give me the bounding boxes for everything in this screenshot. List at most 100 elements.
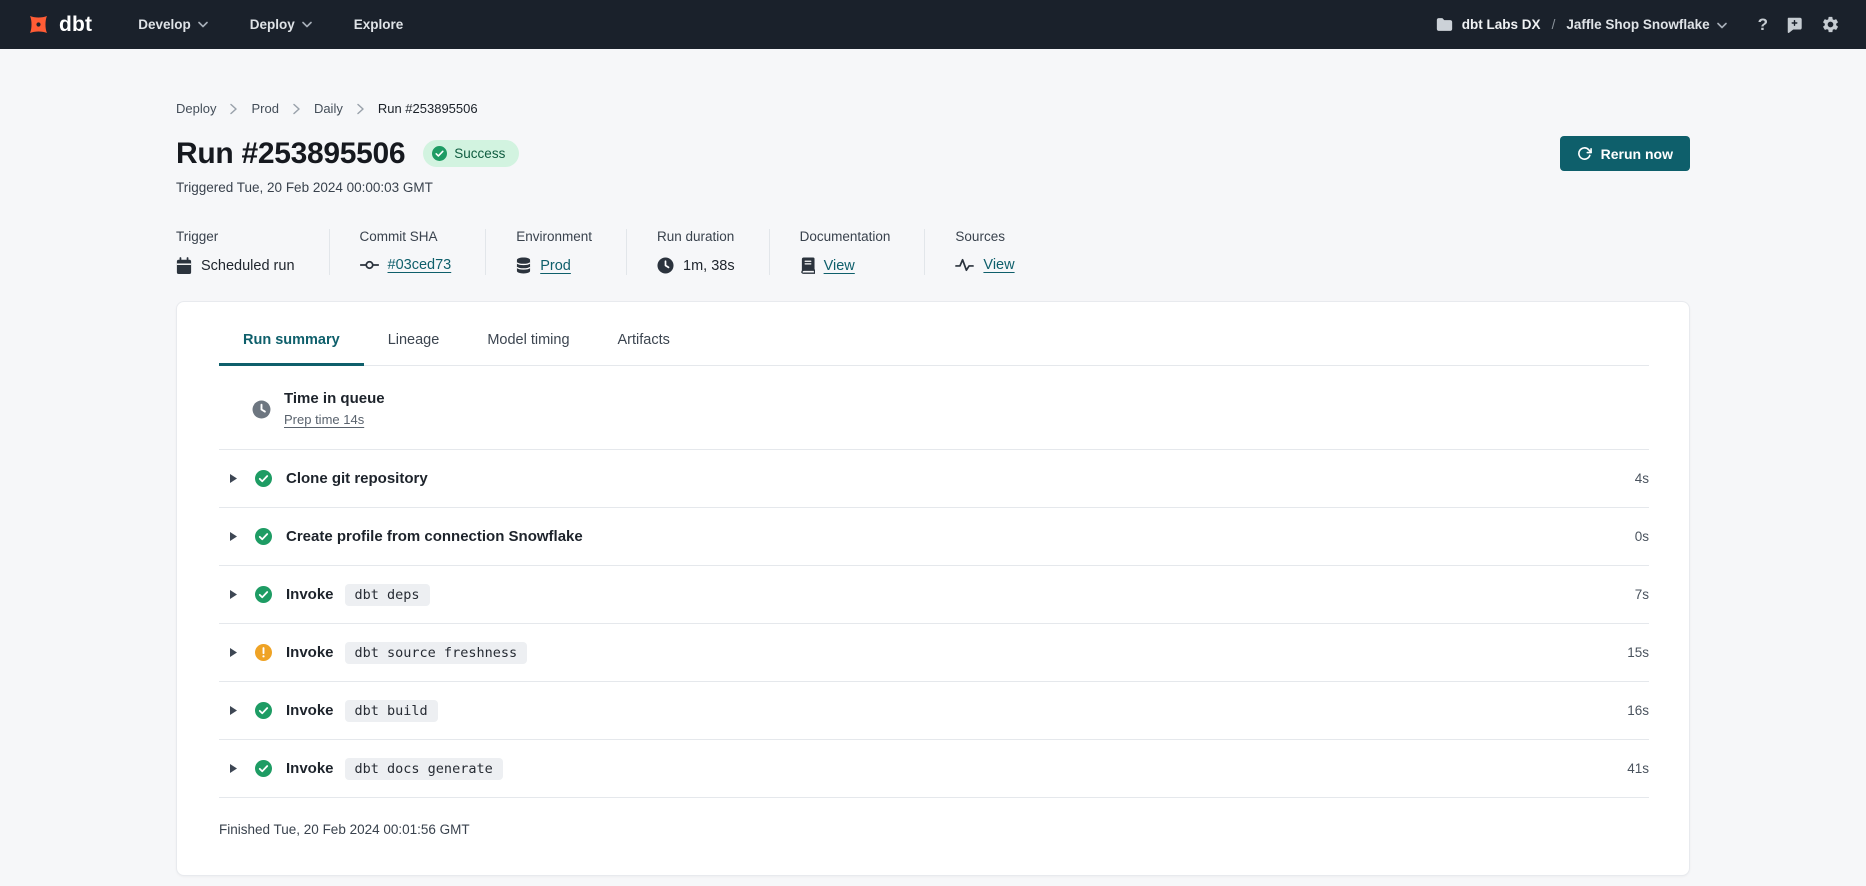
- page-title: Run #253895506: [176, 137, 405, 171]
- meta-sources-label: Sources: [955, 229, 1014, 244]
- chevron-down-icon: [1717, 17, 1727, 32]
- step-duration: 0s: [1635, 529, 1649, 544]
- environment-link[interactable]: Prod: [540, 258, 571, 274]
- database-icon: [516, 257, 531, 274]
- tab-run-summary[interactable]: Run summary: [219, 332, 364, 366]
- breadcrumb: Deploy Prod Daily Run #253895506: [176, 101, 1690, 116]
- rerun-now-button[interactable]: Rerun now: [1560, 136, 1690, 171]
- project-name: Jaffle Shop Snowflake: [1566, 17, 1726, 32]
- step-row-dbt-source-freshness: Invoke dbt source freshness 15s: [219, 624, 1649, 682]
- meta-documentation: Documentation View: [769, 229, 925, 275]
- command-chip: dbt build: [345, 700, 438, 722]
- meta-sources: Sources View: [924, 229, 1048, 275]
- meta-duration-value: 1m, 38s: [683, 258, 735, 274]
- nav-explore-label: Explore: [354, 17, 404, 32]
- header-icon-cluster: ?: [1758, 15, 1840, 34]
- step-row-clone-git: Clone git repository 4s: [219, 450, 1649, 508]
- tab-model-timing[interactable]: Model timing: [463, 332, 593, 366]
- commit-sha-link[interactable]: #03ced73: [388, 257, 452, 273]
- step-duration: 41s: [1627, 761, 1649, 776]
- meta-commit-label: Commit SHA: [360, 229, 452, 244]
- step-name: Clone git repository: [286, 470, 428, 487]
- header-right: dbt Labs DX / Jaffle Shop Snowflake ?: [1436, 15, 1840, 34]
- step-duration: 4s: [1635, 471, 1649, 486]
- nav-deploy[interactable]: Deploy: [250, 17, 312, 32]
- step-row-dbt-docs-generate: Invoke dbt docs generate 41s: [219, 740, 1649, 798]
- rerun-now-label: Rerun now: [1601, 146, 1673, 162]
- expand-caret-icon[interactable]: [229, 705, 238, 716]
- top-nav-bar: dbt Develop Deploy Explore dbt Labs DX /…: [0, 0, 1866, 49]
- step-name: Invoke: [286, 586, 334, 603]
- meta-environment-label: Environment: [516, 229, 592, 244]
- dbt-logo[interactable]: dbt: [26, 12, 92, 37]
- breadcrumb-prod[interactable]: Prod: [251, 101, 278, 116]
- step-row-dbt-deps: Invoke dbt deps 7s: [219, 566, 1649, 624]
- meta-environment: Environment Prod: [485, 229, 626, 275]
- nav-develop-label: Develop: [138, 17, 191, 32]
- triggered-timestamp: Triggered Tue, 20 Feb 2024 00:00:03 GMT: [176, 180, 1690, 195]
- meta-commit-sha: Commit SHA #03ced73: [329, 229, 486, 275]
- clock-icon: [657, 257, 674, 274]
- expand-caret-icon[interactable]: [229, 763, 238, 774]
- account-separator: /: [1552, 17, 1556, 32]
- step-row-create-profile: Create profile from connection Snowflake…: [219, 508, 1649, 566]
- meta-run-duration: Run duration 1m, 38s: [626, 229, 769, 275]
- expand-caret-icon[interactable]: [229, 531, 238, 542]
- title-row: Run #253895506 Success Rerun now: [176, 136, 1690, 171]
- success-check-icon: [255, 760, 272, 777]
- meta-trigger: Trigger Scheduled run: [176, 229, 329, 275]
- chevron-right-icon: [356, 103, 365, 115]
- time-in-queue-row: Time in queue Prep time 14s: [219, 366, 1649, 450]
- breadcrumb-deploy[interactable]: Deploy: [176, 101, 216, 116]
- prep-time-link[interactable]: Prep time 14s: [284, 412, 364, 427]
- run-summary-card: Run summary Lineage Model timing Artifac…: [176, 301, 1690, 876]
- expand-caret-icon[interactable]: [229, 589, 238, 600]
- success-check-icon: [255, 702, 272, 719]
- queue-title: Time in queue: [284, 390, 385, 407]
- nav-explore[interactable]: Explore: [354, 17, 404, 32]
- folder-icon: [1436, 17, 1453, 32]
- chevron-down-icon: [198, 21, 208, 28]
- dbt-logo-icon: [26, 12, 51, 37]
- account-project-switcher[interactable]: dbt Labs DX / Jaffle Shop Snowflake: [1436, 17, 1727, 32]
- help-icon[interactable]: ?: [1758, 16, 1768, 33]
- command-chip: dbt deps: [345, 584, 430, 606]
- calendar-icon: [176, 257, 192, 275]
- success-check-icon: [255, 470, 272, 487]
- breadcrumb-current-run: Run #253895506: [378, 101, 478, 116]
- meta-trigger-label: Trigger: [176, 229, 295, 244]
- book-icon: [800, 257, 815, 274]
- tab-lineage[interactable]: Lineage: [364, 332, 464, 366]
- step-name: Create profile from connection Snowflake: [286, 528, 583, 545]
- step-duration: 16s: [1627, 703, 1649, 718]
- pulse-icon: [955, 258, 974, 272]
- brand-name: dbt: [59, 13, 92, 37]
- chevron-right-icon: [229, 103, 238, 115]
- finished-timestamp: Finished Tue, 20 Feb 2024 00:01:56 GMT: [219, 798, 1649, 867]
- nav-develop[interactable]: Develop: [138, 17, 208, 32]
- rerun-icon: [1577, 146, 1592, 161]
- queue-text: Time in queue Prep time 14s: [284, 390, 385, 429]
- sources-view-link[interactable]: View: [983, 257, 1014, 273]
- tab-artifacts[interactable]: Artifacts: [594, 332, 694, 366]
- documentation-view-link[interactable]: View: [824, 258, 855, 274]
- tab-bar: Run summary Lineage Model timing Artifac…: [219, 332, 1649, 366]
- status-badge: Success: [423, 140, 519, 167]
- warning-icon: [255, 644, 272, 661]
- expand-caret-icon[interactable]: [229, 647, 238, 658]
- expand-caret-icon[interactable]: [229, 473, 238, 484]
- status-badge-label: Success: [454, 146, 505, 161]
- step-duration: 15s: [1627, 645, 1649, 660]
- feedback-icon[interactable]: [1785, 16, 1804, 34]
- meta-trigger-value: Scheduled run: [201, 258, 295, 274]
- project-name-label: Jaffle Shop Snowflake: [1566, 17, 1709, 32]
- breadcrumb-daily[interactable]: Daily: [314, 101, 343, 116]
- step-name: Invoke: [286, 644, 334, 661]
- meta-duration-label: Run duration: [657, 229, 735, 244]
- chevron-right-icon: [292, 103, 301, 115]
- step-duration: 7s: [1635, 587, 1649, 602]
- settings-gear-icon[interactable]: [1821, 15, 1840, 34]
- step-name: Invoke: [286, 702, 334, 719]
- step-name: Invoke: [286, 760, 334, 777]
- chevron-down-icon: [302, 21, 312, 28]
